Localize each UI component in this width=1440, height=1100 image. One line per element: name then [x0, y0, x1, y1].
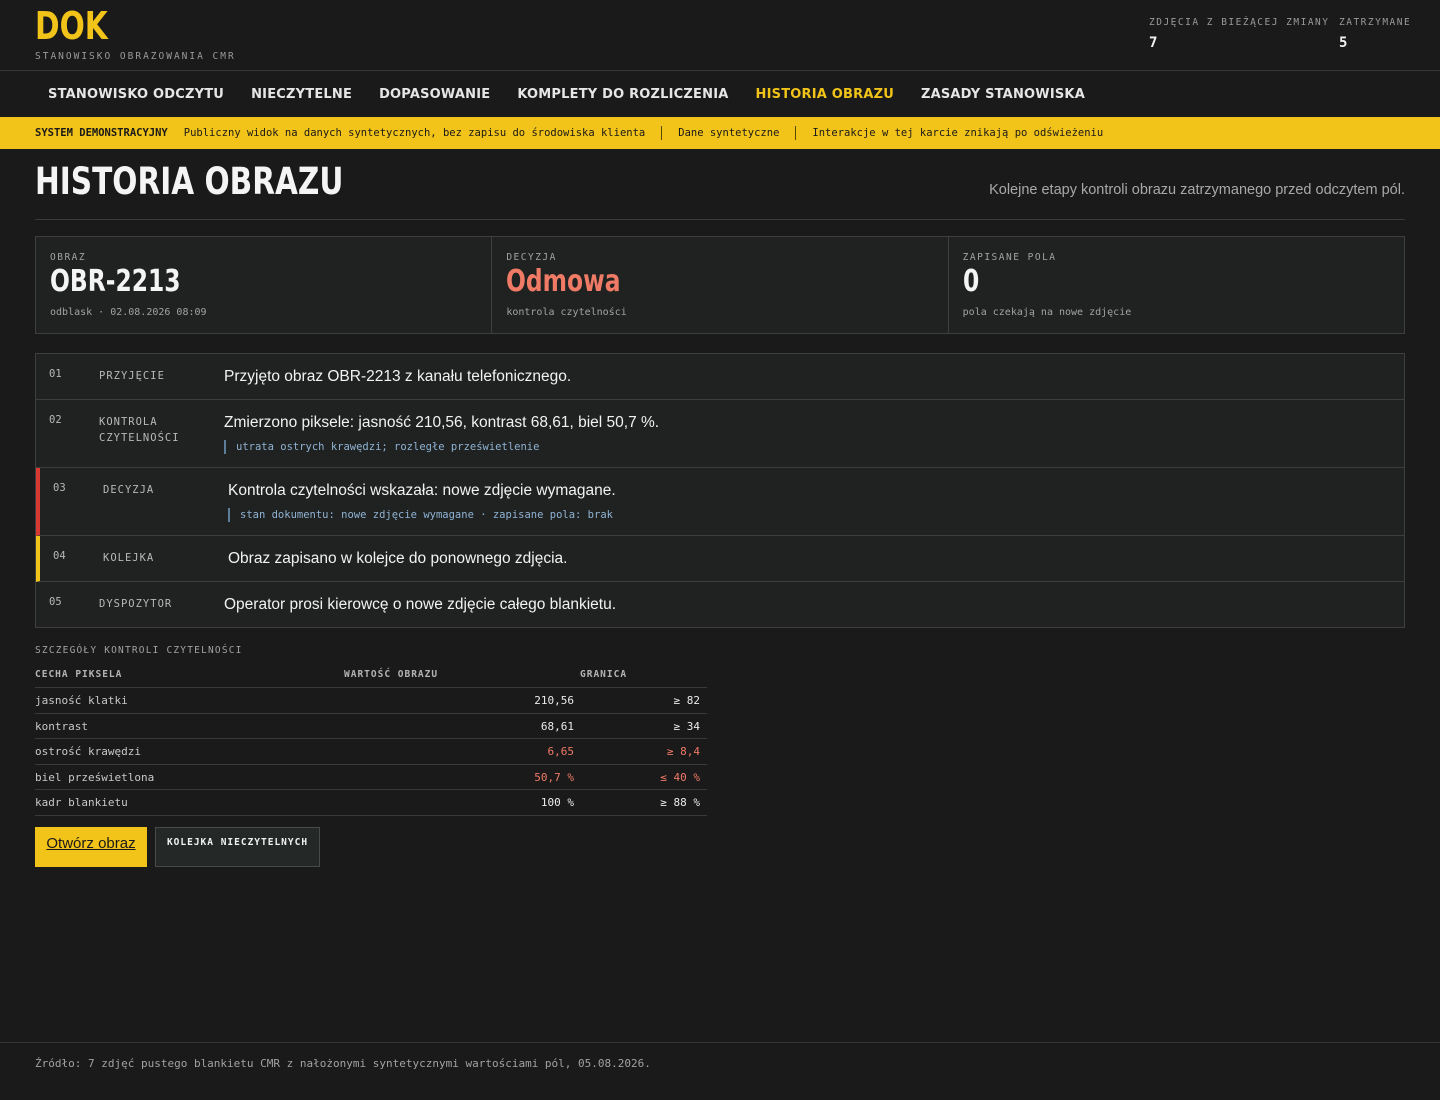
cell-limit: ≥ 88 % [660, 796, 700, 809]
stat-held: ZATRZYMANE 5 [1339, 17, 1411, 51]
table-row: biel prześwietlona 50,7 % ≤ 40 % [35, 765, 707, 790]
column-header: CECHA PIKSELA [35, 669, 123, 680]
banner-divider [795, 126, 797, 140]
summary-card-image: OBRAZ OBR-2213 odblask · 02.08.2026 08:0… [36, 237, 493, 333]
step-text: Obraz zapisano w kolejce do ponownego zd… [228, 550, 568, 567]
card-note: odblask · 02.08.2026 08:09 [50, 307, 207, 318]
step-phase: PRZYJĘCIE [99, 370, 165, 382]
stat-shift-photos: ZDJĘCIA Z BIEŻĄCEJ ZMIANY 7 [1149, 17, 1330, 51]
table-row: kadr blankietu 100 % ≥ 88 % [35, 790, 707, 816]
card-label: ZAPISANE POLA [962, 252, 1057, 263]
nav-tab-station-rules[interactable]: ZASADY STANOWISKA [921, 87, 1085, 102]
card-value: 0 [962, 264, 979, 299]
step-text: Operator prosi kierowcę o nowe zdjęcie c… [224, 596, 617, 613]
summary-card-decision: DECYZJA Odmowa kontrola czytelności [492, 237, 949, 333]
step-text: Zmierzono piksele: jasność 210,56, kontr… [224, 414, 660, 431]
title-divider [35, 219, 1405, 220]
step-text: Przyjęto obraz OBR-2213 z kanału telefon… [224, 368, 572, 385]
cell-feature: biel prześwietlona [35, 770, 155, 784]
stat-label: ZDJĘCIA Z BIEŻĄCEJ ZMIANY [1149, 17, 1330, 28]
summary-card-saved-fields: ZAPISANE POLA 0 pola czekają na nowe zdj… [949, 237, 1404, 333]
demo-message: Publiczny widok na danych syntetycznych,… [183, 127, 646, 139]
table-header: CECHA PIKSELA WARTOŚĆ OBRAZU GRANICA [35, 664, 707, 688]
summary-cards: OBRAZ OBR-2213 odblask · 02.08.2026 08:0… [35, 236, 1405, 334]
step-text: Kontrola czytelności wskazała: nowe zdję… [228, 482, 616, 499]
nav-tab-reading-station[interactable]: STANOWISKO ODCZYTU [48, 87, 224, 102]
demo-tag: SYSTEM DEMONSTRACYJNY [35, 127, 168, 139]
nav-tab-settlement-sets[interactable]: KOMPLETY DO ROZLICZENIA [517, 87, 728, 102]
brand-logo: DOK [35, 4, 108, 48]
main-nav: STANOWISKO ODCZYTU NIECZYTELNE DOPASOWAN… [0, 71, 1440, 117]
step-phase: KONTROLA CZYTELNOŚCI [99, 416, 180, 444]
demo-banner: SYSTEM DEMONSTRACYJNY Publiczny widok na… [0, 117, 1440, 149]
cell-limit: ≥ 8,4 [666, 745, 700, 758]
cell-value: 6,65 [547, 745, 575, 758]
card-label: DECYZJA [506, 252, 557, 263]
step-number: 05 [49, 596, 62, 608]
illegible-queue-button[interactable]: KOLEJKA NIECZYTELNYCH [155, 827, 320, 867]
table-row: ostrość krawędzi 6,65 ≥ 8,4 [35, 739, 707, 765]
step-phase: DYSPOZYTOR [99, 598, 173, 610]
card-note: kontrola czytelności [506, 307, 627, 318]
timeline-step: 05 DYSPOZYTOR Operator prosi kierowcę o … [36, 582, 1404, 627]
page-title: HISTORIA OBRAZU [35, 160, 344, 203]
card-label: OBRAZ [50, 252, 87, 263]
cell-value: 100 % [540, 796, 574, 809]
cell-feature: ostrość krawędzi [35, 745, 141, 758]
stat-label: ZATRZYMANE [1339, 17, 1412, 28]
history-timeline: 01 PRZYJĘCIE Przyjęto obraz OBR-2213 z k… [35, 353, 1405, 628]
step-detail: stan dokumentu: nowe zdjęcie wymagane · … [228, 508, 613, 522]
card-value: OBR-2213 [50, 264, 181, 299]
stat-value: 5 [1339, 35, 1348, 51]
cell-value: 68,61 [540, 719, 574, 733]
cell-limit: ≥ 82 [673, 694, 701, 707]
footer-divider [0, 1042, 1440, 1043]
step-number: 01 [49, 368, 62, 380]
step-detail: utrata ostrych krawędzi; rozległe prześw… [224, 440, 539, 454]
step-number: 03 [53, 482, 66, 494]
details-caption: SZCZEGÓŁY KONTROLI CZYTELNOŚCI [35, 645, 243, 656]
column-header: GRANICA [580, 669, 628, 680]
timeline-step: 04 KOLEJKA Obraz zapisano w kolejce do p… [36, 536, 1404, 582]
cell-limit: ≤ 40 % [660, 770, 700, 784]
cell-feature: jasność klatki [35, 694, 128, 707]
cell-limit: ≥ 34 [673, 719, 701, 733]
stat-value: 7 [1149, 35, 1158, 51]
nav-tab-illegible[interactable]: NIECZYTELNE [251, 87, 352, 102]
open-image-button[interactable]: Otwórz obraz [35, 827, 147, 867]
step-phase: DECYZJA [103, 484, 155, 496]
timeline-step: 02 KONTROLA CZYTELNOŚCI Zmierzono piksel… [36, 400, 1404, 468]
demo-data-note: Dane syntetyczne [678, 127, 780, 139]
card-value: Odmowa [506, 264, 621, 299]
banner-divider [661, 126, 663, 140]
timeline-step: 01 PRZYJĘCIE Przyjęto obraz OBR-2213 z k… [36, 354, 1404, 400]
nav-tab-matching[interactable]: DOPASOWANIE [379, 87, 490, 102]
page-subtitle: Kolejne etapy kontroli obrazu zatrzymane… [989, 182, 1405, 198]
nav-tab-image-history[interactable]: HISTORIA OBRAZU [756, 87, 894, 102]
card-note: pola czekają na nowe zdjęcie [962, 307, 1132, 318]
table-row: jasność klatki 210,56 ≥ 82 [35, 688, 707, 714]
legibility-table: CECHA PIKSELA WARTOŚĆ OBRAZU GRANICA jas… [35, 664, 707, 816]
cell-value: 210,56 [534, 694, 574, 707]
cell-value: 50,7 % [534, 770, 574, 784]
brand-subtitle: STANOWISKO OBRAZOWANIA CMR [35, 51, 236, 62]
step-number: 04 [53, 550, 66, 562]
step-phase: KOLEJKA [103, 552, 155, 564]
cell-feature: kadr blankietu [35, 796, 128, 809]
cell-feature: kontrast [35, 719, 88, 733]
timeline-step: 03 DECYZJA Kontrola czytelności wskazała… [36, 468, 1404, 536]
demo-interaction-note: Interakcje w tej karcie znikają po odświ… [812, 127, 1104, 139]
top-header: DOK STANOWISKO OBRAZOWANIA CMR ZDJĘCIA Z… [0, 0, 1440, 71]
table-row: kontrast 68,61 ≥ 34 [35, 714, 707, 739]
step-number: 02 [49, 414, 62, 426]
column-header: WARTOŚĆ OBRAZU [344, 669, 439, 680]
footer-source: Źródło: 7 zdjęć pustego blankietu CMR z … [35, 1057, 651, 1070]
